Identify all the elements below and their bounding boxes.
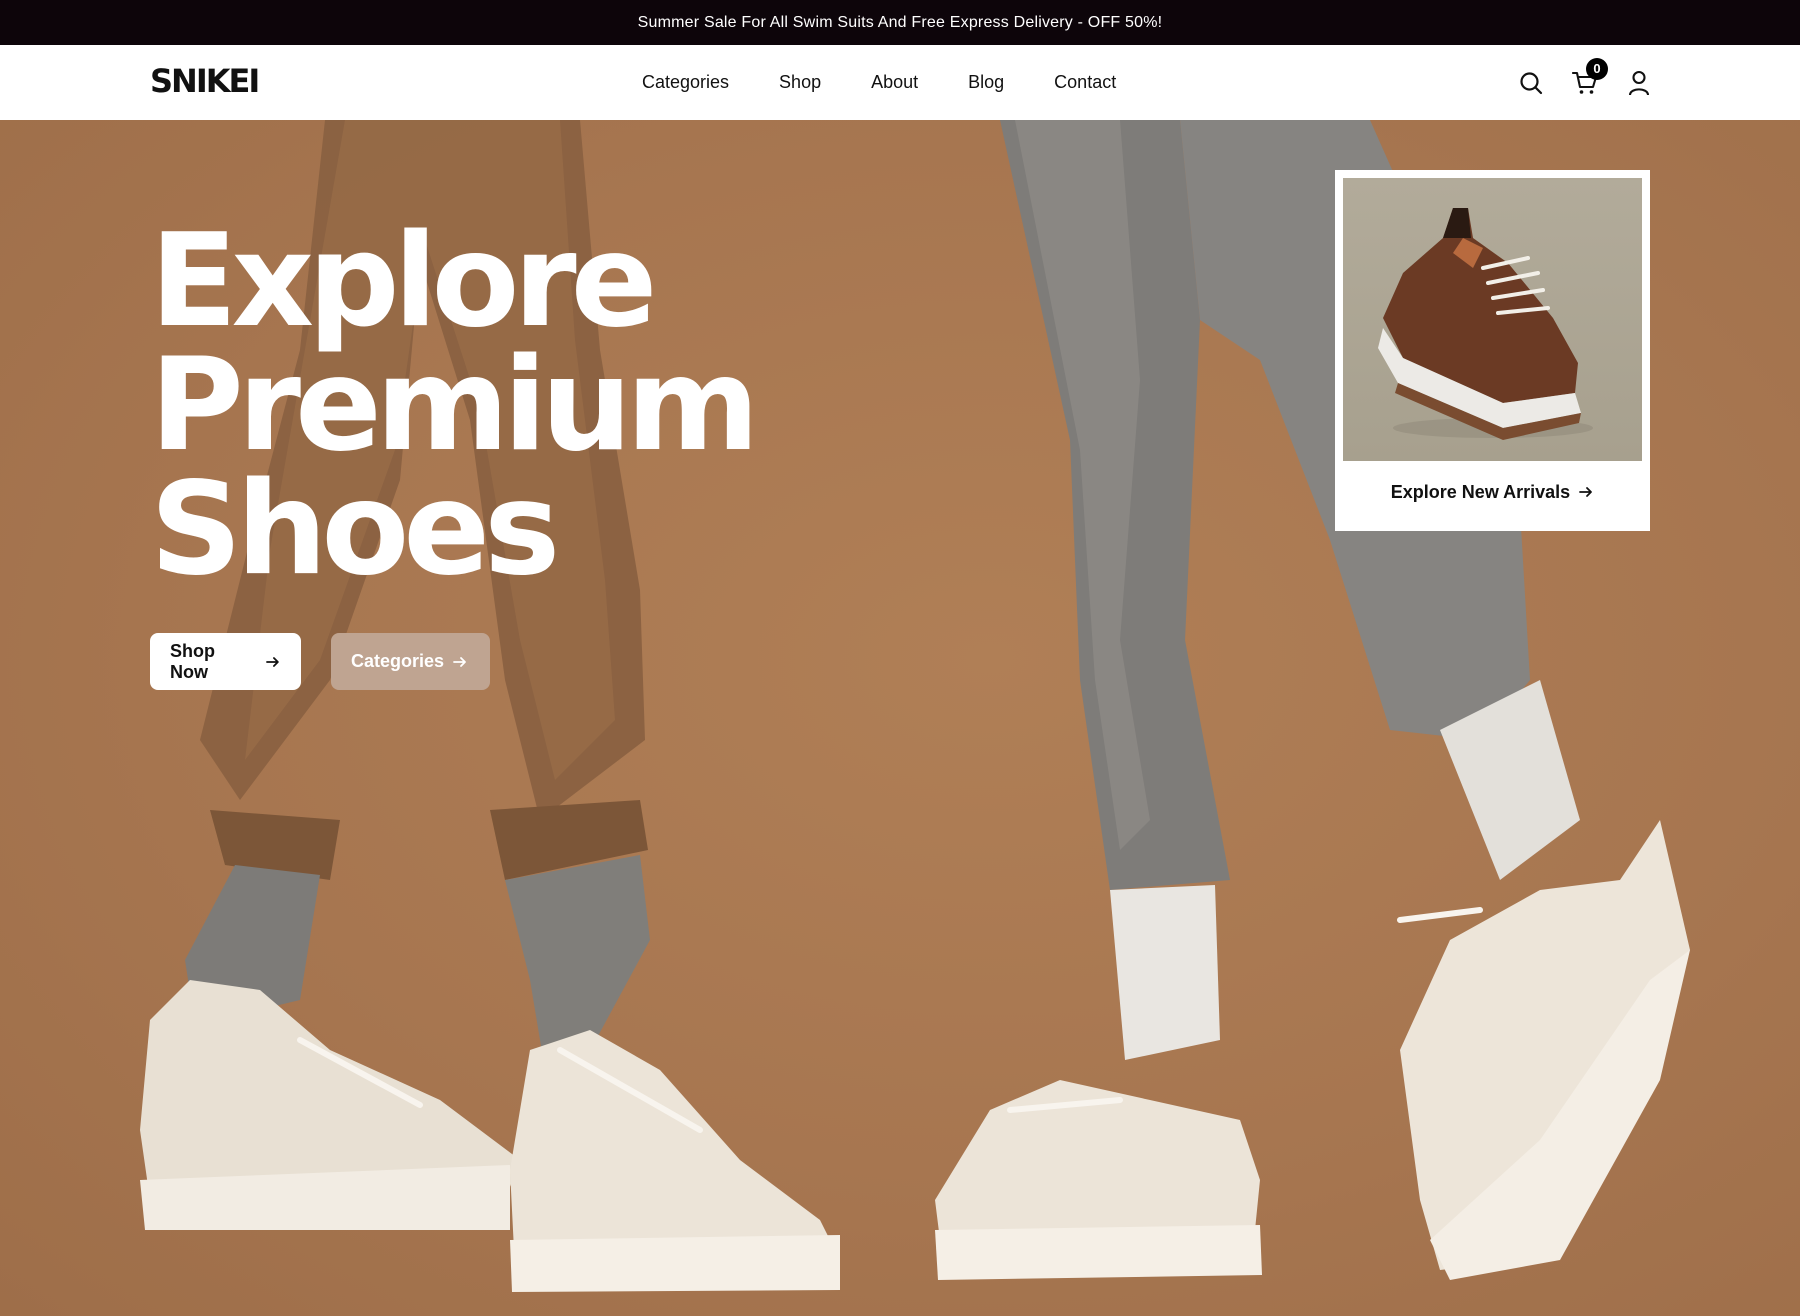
- announcement-text: Summer Sale For All Swim Suits And Free …: [637, 13, 1163, 31]
- user-icon[interactable]: [1626, 70, 1652, 96]
- new-arrivals-card[interactable]: Explore New Arrivals: [1335, 170, 1650, 531]
- nav-blog[interactable]: Blog: [968, 72, 1004, 93]
- announcement-bar: Summer Sale For All Swim Suits And Free …: [0, 0, 1800, 45]
- nav-contact[interactable]: Contact: [1054, 72, 1116, 93]
- headline-line-2: Premium: [150, 331, 759, 480]
- main-nav: Categories Shop About Blog Contact: [642, 45, 1116, 120]
- headline-line-1: Explore: [150, 207, 657, 356]
- header-actions: 0: [1518, 45, 1652, 120]
- explore-new-arrivals-label: Explore New Arrivals: [1390, 481, 1571, 502]
- cart-count-badge: 0: [1586, 57, 1608, 80]
- arrow-right-icon: [266, 656, 279, 667]
- nav-shop[interactable]: Shop: [779, 72, 821, 93]
- new-arrival-shoe-image: [1343, 178, 1642, 461]
- categories-button[interactable]: Categories: [331, 633, 490, 690]
- hero-headline: Explore Premium Shoes: [150, 207, 759, 604]
- nav-about[interactable]: About: [871, 72, 918, 93]
- arrow-right-icon: [1579, 487, 1593, 497]
- site-header: SNIKEI Categories Shop About Blog Contac…: [0, 45, 1800, 120]
- nav-categories[interactable]: Categories: [642, 72, 729, 93]
- explore-new-arrivals-link[interactable]: Explore New Arrivals: [1343, 461, 1642, 523]
- logo[interactable]: SNIKEI: [150, 62, 260, 100]
- hero-section: Explore Premium Shoes Shop Now Categorie…: [0, 120, 1800, 1316]
- cart-icon[interactable]: 0: [1572, 57, 1608, 96]
- shop-now-label: Shop Now: [170, 640, 215, 682]
- shop-now-button[interactable]: Shop Now: [150, 633, 301, 690]
- arrow-right-icon: [453, 656, 466, 667]
- headline-line-3: Shoes: [150, 455, 560, 604]
- categories-label: Categories: [351, 651, 445, 671]
- search-icon[interactable]: [1518, 70, 1544, 96]
